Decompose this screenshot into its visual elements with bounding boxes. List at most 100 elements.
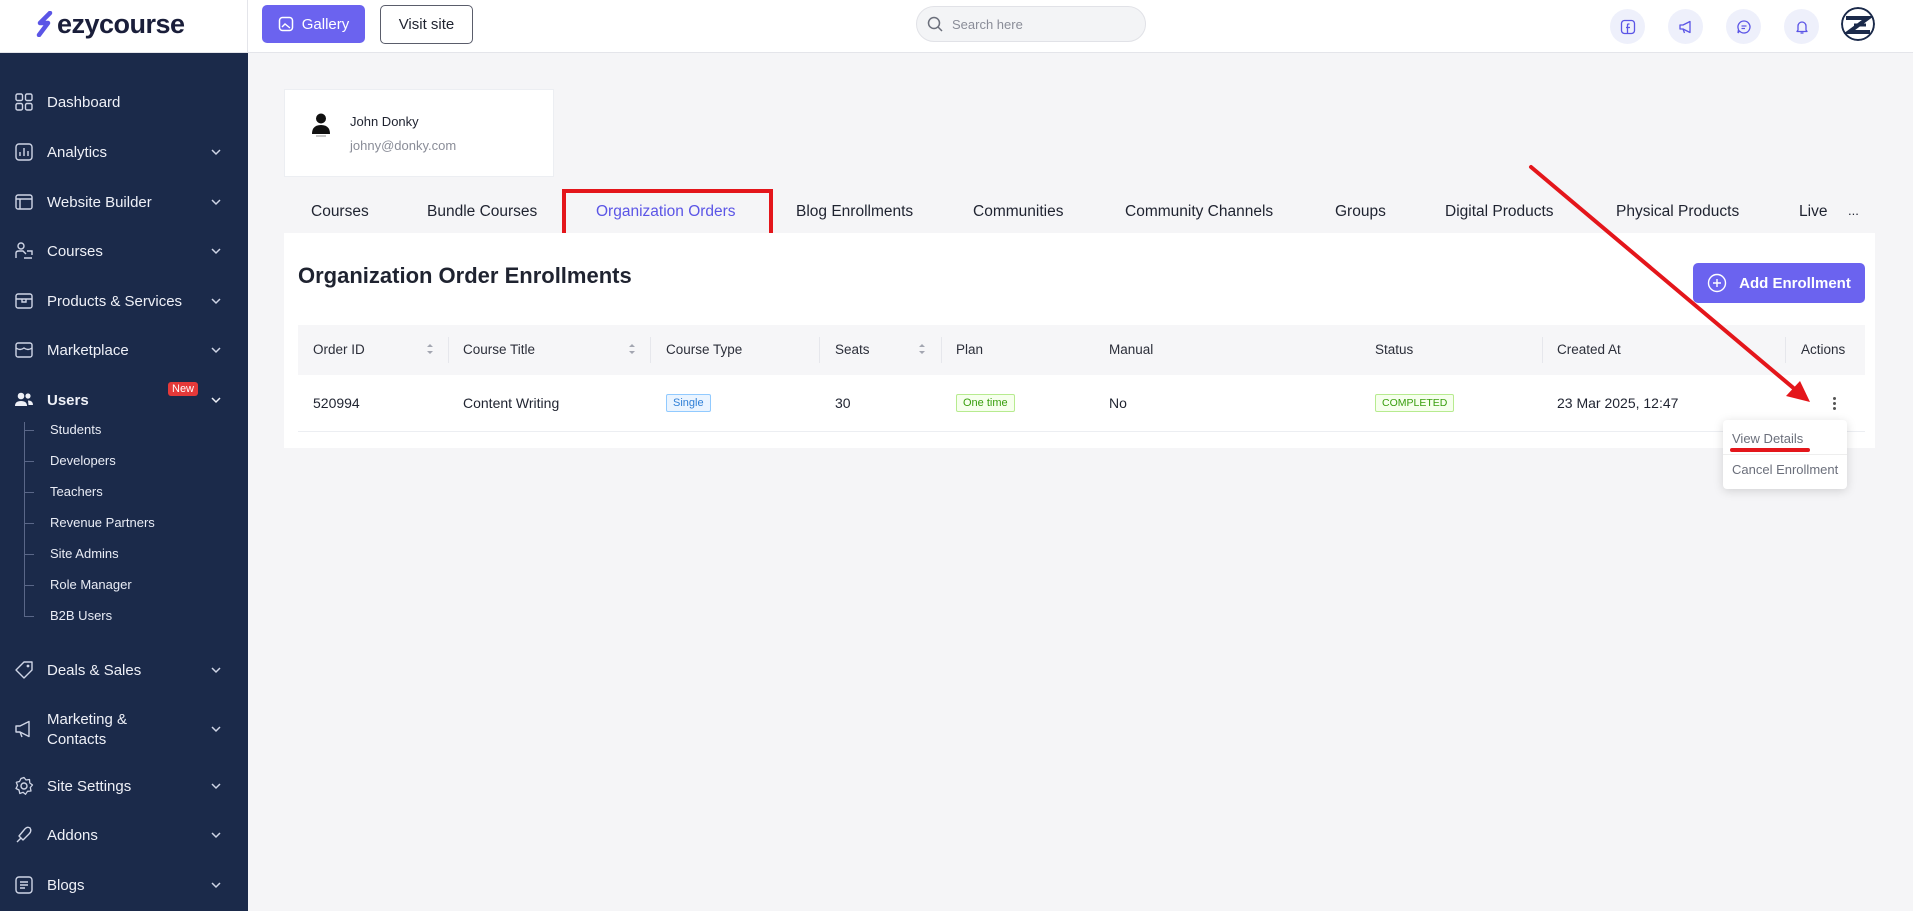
sidebar-item-website-builder[interactable]: Website Builder	[0, 192, 248, 212]
tab-blog-enrollments[interactable]: Blog Enrollments	[796, 203, 913, 221]
submenu-tick	[24, 554, 34, 555]
sidebar-item-analytics[interactable]: Analytics	[0, 142, 248, 162]
sidebar-subitem-students[interactable]: Students	[50, 422, 101, 437]
sidebar-item-dashboard[interactable]: Dashboard	[0, 92, 248, 112]
user-icon	[312, 113, 330, 137]
tab-groups[interactable]: Groups	[1335, 203, 1386, 221]
marketplace-icon	[15, 342, 33, 358]
user-avatar[interactable]	[1841, 7, 1875, 41]
cancel-enrollment-option[interactable]: Cancel Enrollment	[1732, 462, 1838, 477]
analytics-icon	[15, 143, 33, 161]
profile-name: John Donky	[350, 114, 419, 129]
logo[interactable]: ezycourse	[36, 9, 185, 39]
marketing-icon	[15, 720, 30, 738]
divider	[247, 0, 248, 53]
sidebar-item-marketplace[interactable]: Marketplace	[0, 340, 248, 360]
search-icon	[927, 16, 943, 32]
sidebar-subitem-developers[interactable]: Developers	[50, 453, 116, 468]
facebook-icon[interactable]	[1610, 9, 1645, 44]
col-separator	[1785, 337, 1786, 363]
sidebar-item-label: Dashboard	[47, 93, 121, 111]
col-separator	[941, 337, 942, 363]
submenu-tick	[24, 461, 34, 462]
actions-dropdown: View Details Cancel Enrollment	[1723, 420, 1847, 489]
submenu-tick	[24, 585, 34, 586]
col-course-title[interactable]: Course Title	[463, 342, 535, 357]
col-seats[interactable]: Seats	[835, 342, 870, 357]
ezycourse-logo-icon	[36, 11, 53, 37]
sidebar-subitem-teachers[interactable]: Teachers	[50, 484, 103, 499]
tab-courses[interactable]: Courses	[311, 203, 369, 221]
col-order-id[interactable]: Order ID	[313, 342, 365, 357]
sidebar-subitem-site-admins[interactable]: Site Admins	[50, 546, 119, 561]
visit-site-button[interactable]: Visit site	[380, 5, 473, 44]
gallery-button[interactable]: Gallery	[262, 5, 365, 43]
profile-card: John Donky johny@donky.com	[284, 89, 554, 177]
page-title: Organization Order Enrollments	[298, 263, 632, 288]
more-actions-icon[interactable]	[1827, 392, 1841, 414]
plan-tag: One time	[956, 394, 1015, 412]
courses-icon	[15, 242, 33, 259]
col-separator	[650, 337, 651, 363]
tab-live[interactable]: Live F	[1799, 203, 1833, 221]
sidebar-item-courses[interactable]: Courses	[0, 241, 248, 261]
tabs-more-button[interactable]: ...	[1848, 203, 1859, 218]
logo-text: ezycourse	[57, 8, 185, 39]
col-status: Status	[1375, 342, 1414, 357]
table-row: 520994 Content Writing Single 30 One tim…	[298, 375, 1865, 432]
chevron-down-icon	[211, 149, 221, 156]
tab-bundle-courses[interactable]: Bundle Courses	[427, 203, 537, 221]
search-input[interactable]	[952, 16, 1122, 32]
sort-icon[interactable]	[628, 342, 636, 356]
sidebar-subitem-revenue-partners[interactable]: Revenue Partners	[50, 515, 155, 530]
sidebar-item-marketing-contacts[interactable]: Marketing & Contacts	[0, 708, 248, 750]
sidebar-item-products-services[interactable]: Products & Services	[0, 291, 248, 311]
tab-annotation-box	[562, 189, 773, 237]
marketing-label-line1: Marketing &	[47, 711, 128, 728]
add-enrollment-button[interactable]: Add Enrollment	[1693, 263, 1865, 303]
products-icon	[15, 293, 33, 309]
chevron-down-icon	[211, 667, 221, 674]
sidebar-item-blogs[interactable]: Blogs	[0, 875, 248, 895]
sidebar-item-users[interactable]: Users New	[0, 382, 248, 410]
sidebar-item-label: Deals & Sales	[47, 661, 142, 679]
submenu-line	[24, 422, 25, 617]
sidebar-subitem-b2b-users[interactable]: B2B Users	[50, 608, 112, 623]
sidebar-item-label: Website Builder	[47, 193, 152, 211]
chevron-down-icon	[211, 882, 221, 889]
sort-icon[interactable]	[426, 342, 434, 356]
sidebar-item-deals-sales[interactable]: Deals & Sales	[0, 660, 248, 680]
tab-physical-products[interactable]: Physical Products	[1616, 203, 1739, 221]
chevron-down-icon	[211, 298, 221, 305]
submenu-tick	[24, 430, 34, 431]
cell-course-title: Content Writing	[463, 395, 560, 411]
col-separator	[448, 337, 449, 363]
submenu-tick	[24, 492, 34, 493]
bell-icon[interactable]	[1784, 9, 1819, 44]
megaphone-icon[interactable]	[1668, 9, 1703, 44]
tab-communities[interactable]: Communities	[973, 203, 1063, 221]
sidebar-item-site-settings[interactable]: Site Settings	[0, 776, 248, 796]
tab-community-channels[interactable]: Community Channels	[1125, 203, 1273, 221]
gallery-icon	[278, 16, 293, 32]
dropdown-divider	[1723, 454, 1847, 455]
chevron-down-icon	[211, 397, 221, 404]
annotation-underline	[1730, 448, 1810, 452]
enrollments-panel: Organization Order Enrollments Add Enrol…	[284, 233, 1875, 448]
sidebar-item-addons[interactable]: Addons	[0, 825, 248, 845]
submenu-tick	[24, 616, 34, 617]
search-box[interactable]	[916, 6, 1146, 42]
sidebar-item-label: Addons	[47, 826, 98, 844]
deals-icon	[15, 661, 33, 679]
chevron-down-icon	[211, 832, 221, 839]
sort-icon[interactable]	[918, 342, 926, 356]
sidebar-subitem-role-manager[interactable]: Role Manager	[50, 577, 132, 592]
view-details-option[interactable]: View Details	[1732, 431, 1803, 446]
new-badge: New	[168, 382, 199, 396]
tab-digital-products[interactable]: Digital Products	[1445, 203, 1554, 221]
chevron-down-icon	[211, 248, 221, 255]
cell-created-at: 23 Mar 2025, 12:47	[1557, 395, 1679, 411]
status-badge: COMPLETED	[1375, 394, 1455, 412]
chat-icon[interactable]	[1726, 9, 1761, 44]
add-enrollment-label: Add Enrollment	[1739, 274, 1851, 292]
